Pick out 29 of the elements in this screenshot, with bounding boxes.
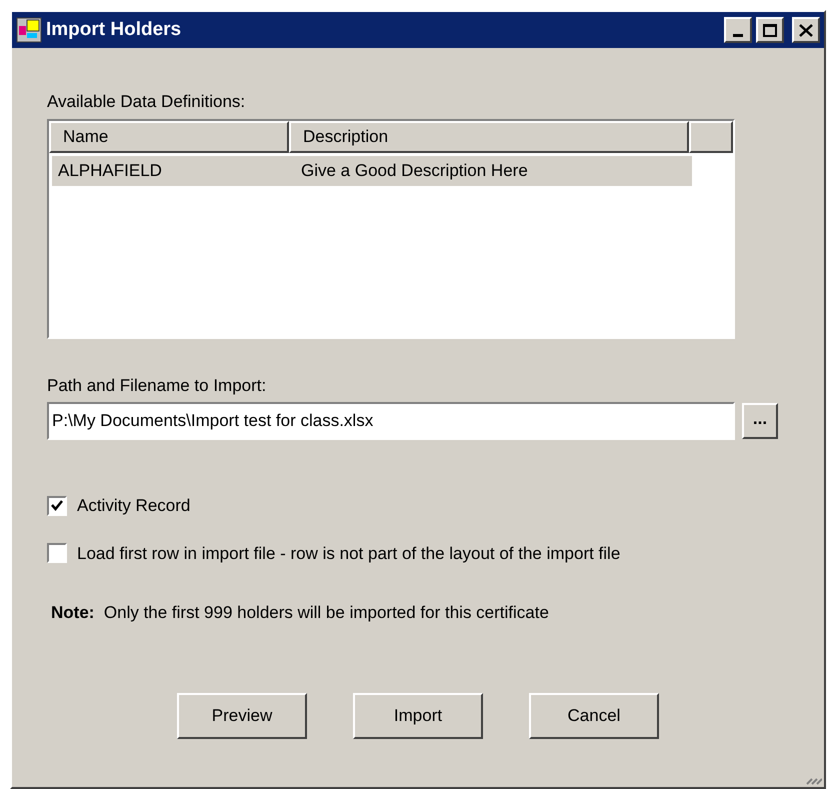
- definitions-label: Available Data Definitions:: [47, 91, 246, 113]
- definitions-list[interactable]: Name Description ALPHAFIELD Give a Good Description Here: [47, 118, 735, 338]
- checkbox[interactable]: [47, 496, 67, 516]
- window-title: Import Holders: [46, 18, 182, 42]
- path-input[interactable]: P:\My Documents\Import test for class.xlsx: [52, 408, 733, 434]
- column-header[interactable]: Name: [49, 120, 289, 152]
- browse-button[interactable]: ...: [742, 403, 778, 439]
- note-text: Note: Only the first 999 holders will be imported for this certificate: [51, 602, 549, 624]
- checkmark-icon: [51, 500, 63, 512]
- path-label: Path and Filename to Import:: [47, 374, 266, 396]
- app-icon: [16, 17, 42, 43]
- list-row[interactable]: ALPHAFIELD Give a Good Description Here: [52, 156, 692, 186]
- dialog-button[interactable]: Cancel: [529, 692, 659, 738]
- checkbox[interactable]: [47, 543, 67, 564]
- minimize-icon: [733, 34, 743, 36]
- checkbox-label[interactable]: Load first row in import file - row is not part of the layout of the import file: [77, 540, 620, 566]
- maximize-icon: [763, 24, 777, 36]
- close-icon: [799, 24, 813, 36]
- minimize-button[interactable]: [724, 17, 752, 43]
- dialog-button[interactable]: Import: [353, 692, 483, 738]
- maximize-button[interactable]: [756, 17, 784, 43]
- dialog-button[interactable]: Preview: [177, 692, 307, 738]
- close-button[interactable]: [792, 17, 820, 43]
- path-field[interactable]: P:\My Documents\Import test for class.xlsx: [47, 402, 735, 440]
- table-cell-text: ALPHAFIELD: [57, 160, 163, 182]
- column-header: [689, 120, 733, 152]
- checkbox-label[interactable]: Activity Record: [77, 493, 190, 518]
- column-header[interactable]: Description: [289, 120, 689, 152]
- table-cell-text: Give a Good Description Here: [300, 160, 528, 182]
